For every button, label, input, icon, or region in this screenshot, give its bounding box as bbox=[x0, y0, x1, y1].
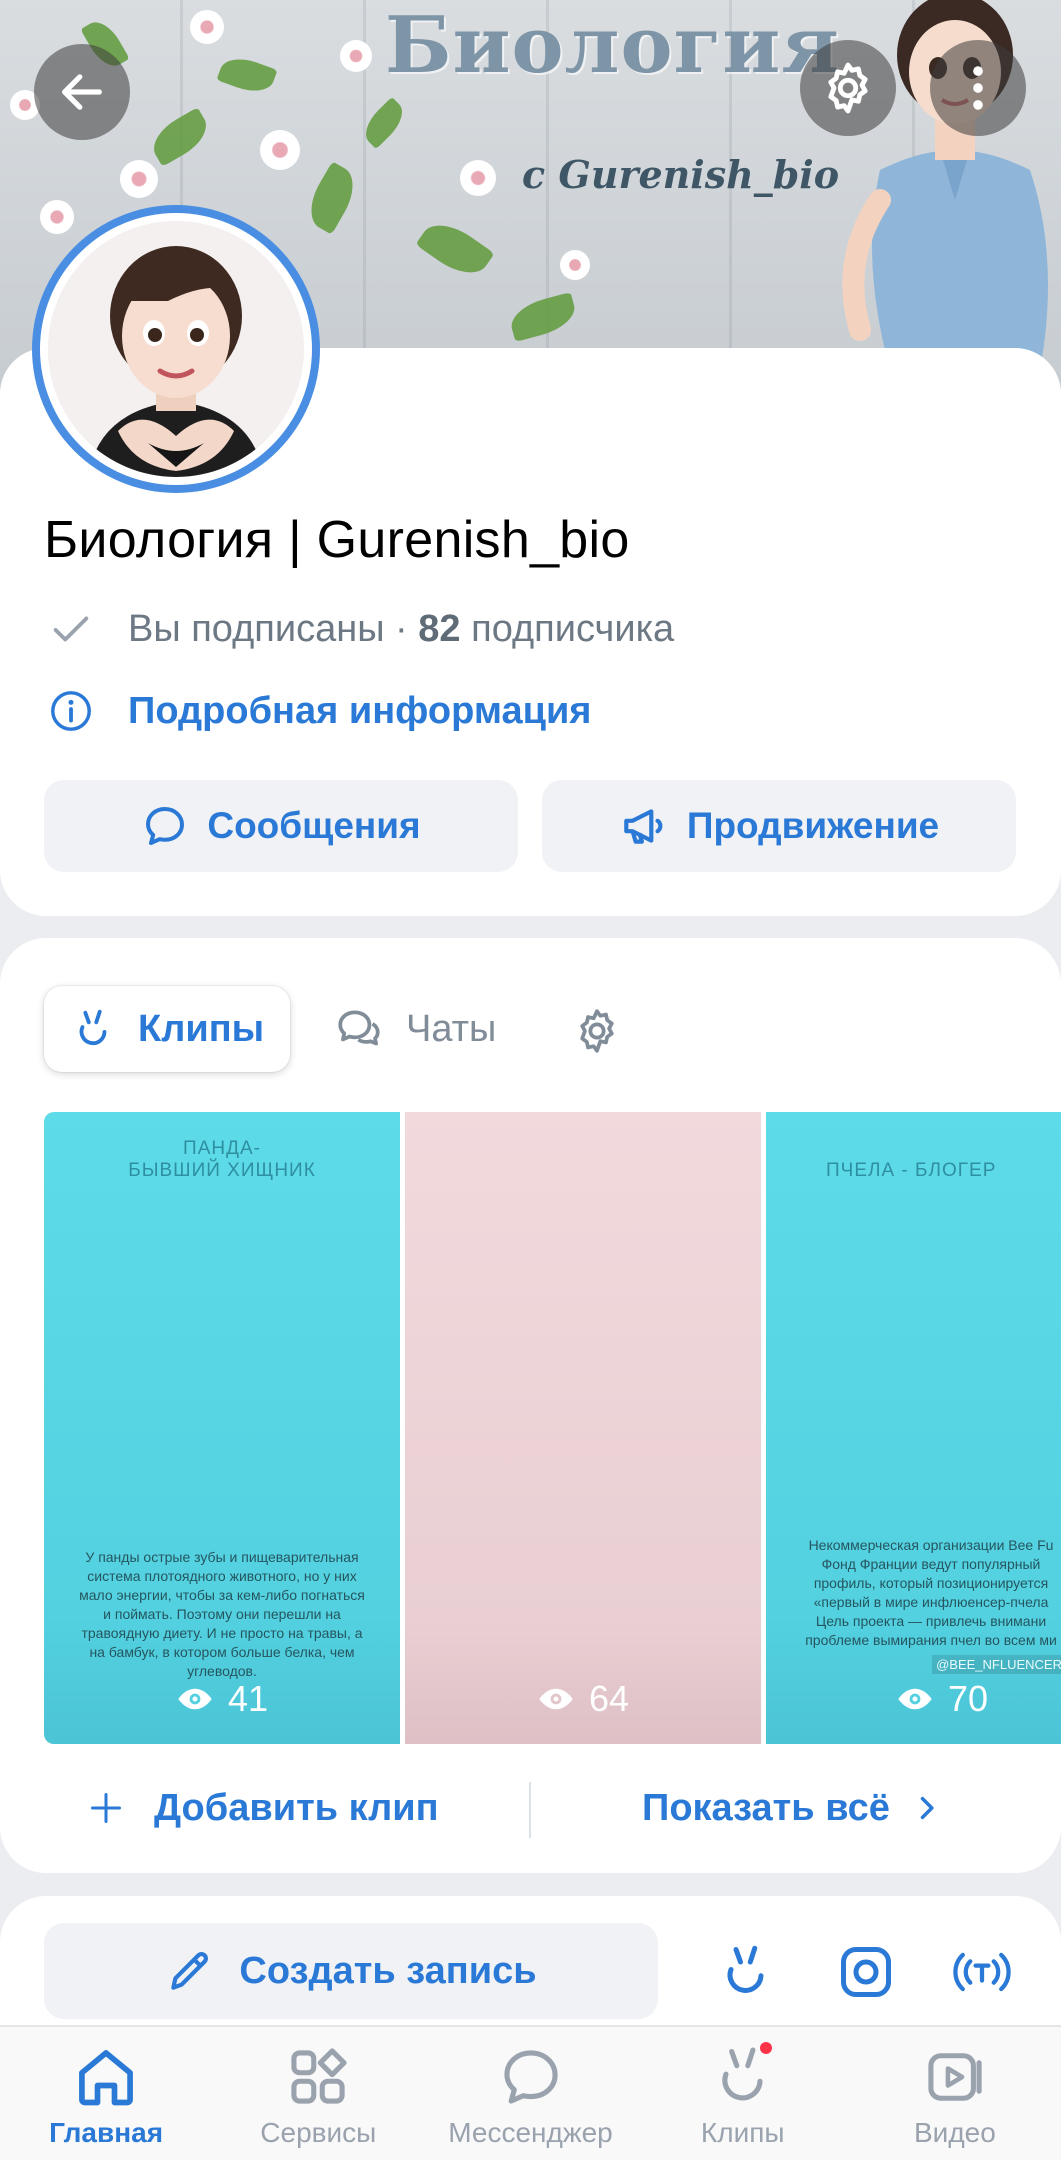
chats-icon bbox=[338, 1010, 380, 1046]
create-clip-button[interactable] bbox=[714, 1940, 778, 2004]
info-icon bbox=[51, 691, 91, 731]
clip-title: ПАНДА- bbox=[183, 1138, 261, 1159]
more-button[interactable] bbox=[930, 40, 1026, 136]
gear-icon bbox=[580, 1009, 614, 1053]
avatar[interactable] bbox=[32, 205, 320, 493]
clip-text: У панды острые зубы и пищеварительная си… bbox=[79, 1549, 365, 1679]
avatar-image bbox=[48, 221, 304, 477]
clip-watermark: @BEE_NFLUENCER bbox=[932, 1655, 1061, 1674]
create-post-button[interactable]: Создать запись bbox=[44, 1923, 658, 2019]
clip-views: 41 bbox=[44, 1678, 400, 1720]
leaf-decoration bbox=[357, 96, 411, 150]
community-name: Биология | Gurenish_bio bbox=[44, 511, 630, 569]
tab-chats[interactable]: Чаты bbox=[334, 986, 496, 1072]
pencil-icon bbox=[171, 1952, 209, 1990]
chevron-right-icon bbox=[920, 1796, 934, 1820]
add-clip-button[interactable]: Добавить клип bbox=[88, 1787, 439, 1830]
nav-messenger[interactable]: Мессенджер bbox=[424, 2027, 636, 2160]
blossom-decoration bbox=[260, 130, 300, 170]
clip-item[interactable]: 64 bbox=[405, 1112, 761, 1744]
messenger-icon bbox=[503, 2050, 558, 2104]
leaf-decoration bbox=[506, 292, 580, 342]
clips-icon bbox=[727, 1945, 764, 1993]
megaphone-icon bbox=[624, 809, 663, 844]
home-icon bbox=[79, 2050, 134, 2106]
leaf-decoration bbox=[216, 51, 278, 99]
cover-subtitle: с Gurenish_bio bbox=[522, 152, 840, 197]
notification-dot bbox=[756, 2039, 775, 2057]
clips-footer: Добавить клип Показать всё bbox=[0, 1758, 1061, 1858]
messages-button[interactable]: Сообщения bbox=[44, 780, 518, 872]
clips-section: Клипы Чаты ПАНДА- БЫВШИЙ ХИЩНИК У панды … bbox=[0, 938, 1061, 1873]
leaf-decoration bbox=[300, 161, 364, 235]
live-stream-button[interactable] bbox=[950, 1940, 1014, 2004]
subscribers-count: 82 bbox=[418, 607, 461, 650]
eye-icon bbox=[898, 1688, 932, 1710]
plus-icon bbox=[91, 1793, 121, 1823]
eye-icon bbox=[539, 1688, 573, 1710]
bottom-navigation: Главная Сервисы Мессенджер Клипы Видео bbox=[0, 2025, 1061, 2160]
blossom-decoration bbox=[340, 40, 372, 72]
leaf-decoration bbox=[145, 107, 215, 167]
info-link-label: Подробная информация bbox=[128, 689, 592, 732]
clips-icon bbox=[79, 1009, 107, 1046]
subscribed-label: Вы подписаны · bbox=[128, 607, 408, 650]
back-button[interactable] bbox=[34, 44, 130, 140]
clip-views: 70 bbox=[766, 1678, 1061, 1720]
cover-title: Биология bbox=[385, 0, 840, 91]
blossom-decoration bbox=[190, 10, 224, 44]
video-icon bbox=[928, 2053, 982, 2101]
divider bbox=[529, 1782, 531, 1838]
blossom-decoration bbox=[460, 160, 496, 196]
info-link[interactable]: Подробная информация bbox=[44, 684, 591, 738]
broadcast-icon bbox=[953, 1952, 1011, 1992]
gear-icon bbox=[828, 62, 868, 114]
services-icon bbox=[291, 2048, 347, 2104]
clip-item[interactable]: ПЧЕЛА - БЛОГЕР Некоммерческая организаци… bbox=[766, 1112, 1061, 1744]
clip-title: ПЧЕЛА - БЛОГЕР bbox=[826, 1160, 997, 1181]
create-story-button[interactable] bbox=[834, 1940, 898, 2004]
nav-clips[interactable]: Клипы bbox=[637, 2027, 849, 2160]
tab-clips[interactable]: Клипы bbox=[44, 986, 291, 1072]
nav-video[interactable]: Видео bbox=[849, 2027, 1061, 2160]
subscription-status-row[interactable]: Вы подписаны · 82 подписчика bbox=[44, 602, 674, 656]
nav-services[interactable]: Сервисы bbox=[212, 2027, 424, 2160]
message-bubble-icon bbox=[146, 807, 185, 845]
show-all-button[interactable]: Показать всё bbox=[642, 1787, 940, 1830]
clip-title: БЫВШИЙ ХИЩНИК bbox=[128, 1160, 316, 1181]
arrow-left-icon bbox=[62, 74, 102, 110]
eye-icon bbox=[178, 1688, 212, 1710]
instagram-camera-icon bbox=[841, 1947, 891, 1997]
clip-item[interactable]: ПАНДА- БЫВШИЙ ХИЩНИК У панды острые зубы… bbox=[44, 1112, 400, 1744]
more-vertical-icon bbox=[973, 66, 983, 110]
clip-views: 64 bbox=[405, 1678, 761, 1720]
checkmark-icon bbox=[53, 616, 89, 642]
blossom-decoration bbox=[120, 160, 158, 198]
leaf-decoration bbox=[415, 213, 495, 285]
blossom-decoration bbox=[560, 250, 590, 280]
clip-text: Некоммерческая организации Bee Fu Фонд Ф… bbox=[805, 1537, 1057, 1648]
nav-home[interactable]: Главная bbox=[0, 2027, 212, 2160]
tabs-settings-button[interactable] bbox=[572, 1006, 644, 1056]
subscribers-label: подписчика bbox=[471, 607, 675, 650]
blossom-decoration bbox=[40, 200, 74, 234]
settings-button[interactable] bbox=[800, 40, 896, 136]
promotion-button[interactable]: Продвижение bbox=[542, 780, 1016, 872]
